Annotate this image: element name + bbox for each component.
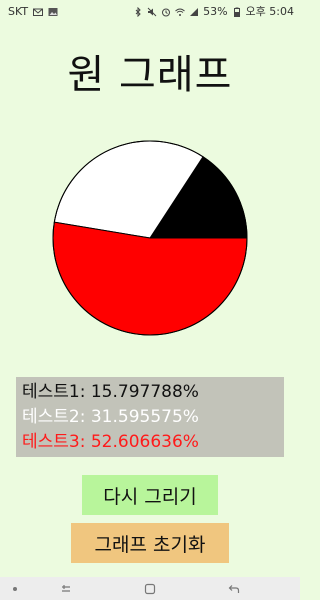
redraw-button[interactable]: 다시 그리기 — [82, 475, 218, 515]
pie-chart — [52, 140, 248, 336]
alarm-icon — [161, 7, 171, 17]
time-label: 오후 5:04 — [245, 5, 294, 18]
battery-icon — [232, 7, 242, 17]
mail-icon — [33, 7, 44, 17]
status-right: 53% 오후 5:04 — [133, 0, 294, 24]
gallery-icon — [48, 7, 58, 17]
pie-chart-container — [50, 138, 250, 338]
status-bar: SKT 53% 오후 5:04 — [0, 0, 300, 24]
reset-graph-button[interactable]: 그래프 초기화 — [71, 523, 229, 563]
legend-row-test2: 테스트2: 31.595575% — [22, 407, 199, 427]
status-left: SKT — [8, 0, 58, 24]
legend-box: 테스트1: 15.797788% 테스트2: 31.595575% 테스트3: … — [16, 377, 284, 457]
battery-label: 53% — [203, 5, 228, 18]
dot-icon[interactable] — [9, 583, 21, 595]
legend-row-test1: 테스트1: 15.797788% — [22, 382, 199, 402]
page-title: 원 그래프 — [67, 52, 233, 98]
nav-bar — [0, 577, 300, 600]
recent-apps-icon[interactable] — [60, 583, 72, 595]
mute-icon — [147, 7, 157, 17]
back-icon[interactable] — [228, 583, 240, 595]
wifi-icon — [175, 7, 185, 17]
home-icon[interactable] — [144, 583, 156, 595]
bluetooth-icon — [133, 7, 143, 17]
legend-row-test3: 테스트3: 52.606636% — [22, 432, 199, 452]
signal-icon — [189, 7, 199, 17]
carrier-label: SKT — [8, 5, 29, 18]
pie-slice-3 — [52, 221, 248, 336]
